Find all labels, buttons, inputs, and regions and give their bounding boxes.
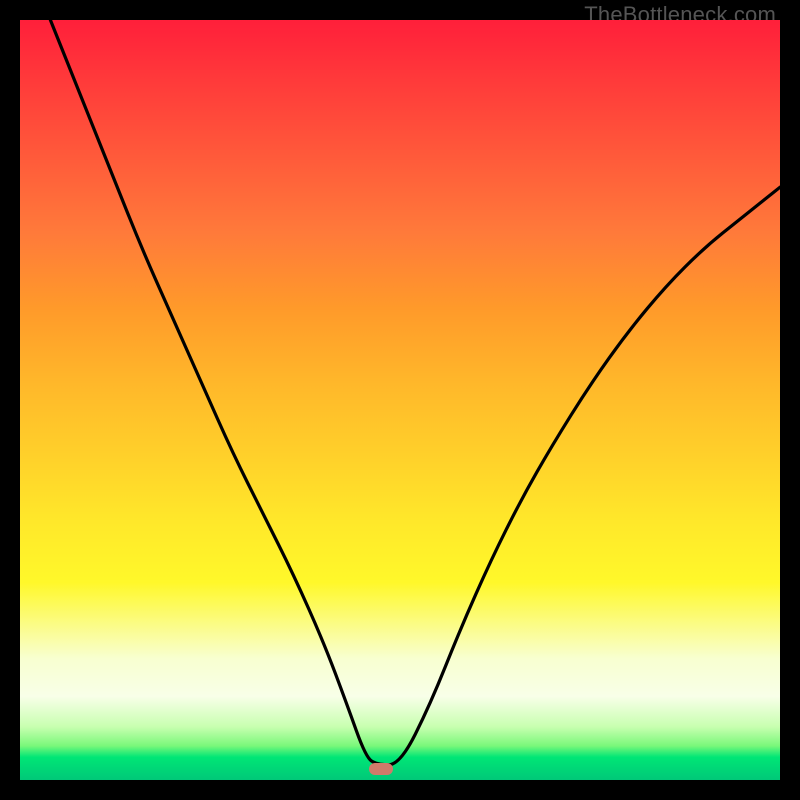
curve-svg [20,20,780,780]
chart-container: TheBottleneck.com [0,0,800,800]
plot-area [20,20,780,780]
bottleneck-marker [369,763,393,775]
bottleneck-curve [50,20,780,765]
